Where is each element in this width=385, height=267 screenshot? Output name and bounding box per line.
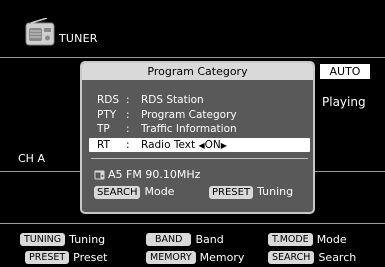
menu-item-code: RT [97,138,110,151]
search-key-label: SEARCH [94,186,141,199]
menu-item-label: Radio Text ◀ON▶ [141,138,227,154]
menu-item-tp[interactable]: TP : Traffic Information [89,122,310,137]
legend-key: SEARCH [268,251,315,264]
channel-label: CH A [18,152,45,165]
legend-text: Tuning [69,233,106,246]
hint-text: Mode [144,185,175,198]
menu-item-code: RDS [97,94,120,106]
menu-item-code: PTY [97,108,117,121]
menu-item-rt[interactable]: RT : Radio Text ◀ON▶ [89,137,310,154]
header-divider [0,57,385,58]
preset-key-label: PRESET [209,186,254,199]
dialog-hints: SEARCH Mode PRESET Tuning [94,185,307,199]
legend-divider [0,223,385,224]
header-bar: TUNER [0,0,385,59]
menu-item-pty[interactable]: PTY : Program Category [89,108,310,123]
page-title: TUNER [59,32,98,45]
dialog-title: Program Category [82,63,313,80]
station-info: A5 FM 90.10MHz [94,168,200,181]
program-category-dialog: Program Category RDS : RDS Station PTY :… [80,61,315,214]
legend-item-memory: MEMORY Memory [146,250,244,265]
hint-text: Tuning [257,185,294,198]
legend-text: Mode [316,233,347,246]
dialog-divider [91,158,308,159]
menu-item-text: Radio Text [141,138,196,151]
menu-item-rds[interactable]: RDS : RDS Station [89,93,310,108]
legend-text: Memory [199,251,245,264]
legend-key: MEMORY [146,251,196,264]
legend-item-mode: T.MODE Mode [268,232,347,247]
button-legend: TUNING Tuning BAND Band T.MODE Mode PRESET P… [0,228,385,267]
menu-item-label: Traffic Information [141,123,237,135]
value-right-arrow-icon[interactable]: ▶ [221,141,227,150]
rds-menu: RDS : RDS Station PTY : Program Category… [89,93,310,152]
menu-item-code: TP [97,123,110,135]
legend-item-preset: PRESET Preset [25,250,107,265]
menu-item-label: RDS Station [141,94,204,106]
legend-key: BAND [146,233,192,246]
legend-text: Band [195,233,224,246]
menu-item-separator: : [126,138,130,151]
menu-item-separator: : [126,123,130,135]
radio-text-value: ON [204,138,221,151]
radio-icon [94,170,105,180]
playback-status: Playing [322,95,366,109]
legend-item-tuning: TUNING Tuning [20,232,105,247]
legend-key: TUNING [20,233,66,246]
hint-search: SEARCH Mode [94,185,174,199]
menu-item-separator: : [126,108,130,121]
radio-icon [25,18,55,46]
legend-key: T.MODE [268,233,313,246]
hint-preset: PRESET Tuning [209,185,293,199]
tuner-screen: TUNER AUTO Playing CH A Program Category… [0,0,385,267]
legend-item-search: SEARCH Search [268,250,356,265]
legend-text: Preset [73,251,108,264]
legend-text: Search [318,251,357,264]
auto-mode-badge: AUTO [320,64,370,79]
station-text: A5 FM 90.10MHz [108,168,201,181]
legend-item-band: BAND Band [146,232,224,247]
legend-key: PRESET [25,251,70,264]
menu-item-label: Program Category [141,108,237,121]
menu-item-separator: : [126,94,130,106]
